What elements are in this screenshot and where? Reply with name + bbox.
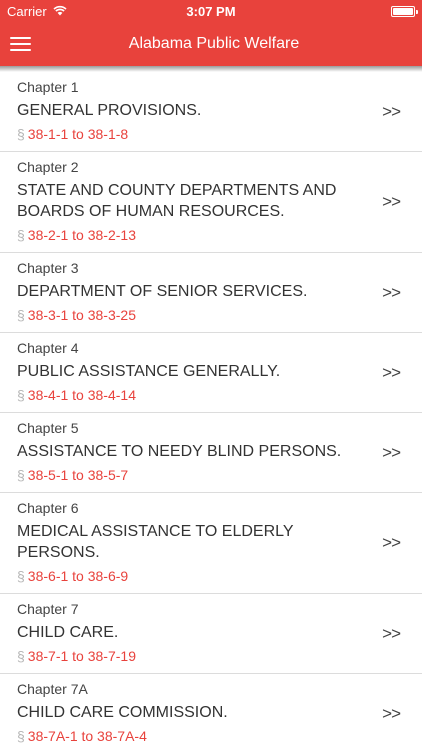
chevron-right-icon: >> [382,101,401,121]
chapter-number: Chapter 2 [17,159,79,175]
chapter-row[interactable]: Chapter 1 GENERAL PROVISIONS. § 38-1-1 to 3… [0,72,422,152]
section-range: § 38-7-1 to 38-7-19 [17,647,372,665]
chapter-number: Chapter 4 [17,340,79,356]
section-symbol: § [17,126,25,142]
navigation-bar: Alabama Public Welfare [0,22,422,66]
clock: 3:07 PM [186,4,236,19]
section-range-value: 38-1-1 to 38-1-8 [27,126,129,142]
chapter-row[interactable]: Chapter 7A CHILD CARE COMMISSION. § 38-7A-1… [0,674,422,750]
chevron-right-icon: >> [382,623,401,643]
battery-icon [391,6,418,17]
chapter-number: Chapter 3 [17,260,79,276]
section-symbol: § [17,307,25,323]
chapter-title: CHILD CARE COMMISSION. [17,704,228,721]
section-range-value: 38-7A-1 to 38-7A-4 [27,728,147,744]
section-range: § 38-3-1 to 38-3-25 [17,306,372,324]
chapter-title: MEDICAL ASSISTANCE TO ELDERLY PERSONS. [17,523,294,561]
chevron-right-icon: >> [382,192,401,211]
chapter-title: STATE AND COUNTY DEPARTMENTS AND BOARDS … [17,182,337,220]
chapter-row[interactable]: Chapter 7 CHILD CARE. § 38-7-1 to 38-7-19 >> [0,594,422,674]
page-title: Alabama Public Welfare [128,35,300,52]
section-symbol: § [17,227,25,243]
section-range-value: 38-7-1 to 38-7-19 [27,648,136,664]
chevron-right-icon: >> [382,533,401,552]
chevron-right-icon: >> [382,282,401,302]
chapter-number: Chapter 6 [17,500,79,516]
chapter-title: DEPARTMENT OF SENIOR SERVICES. [17,283,308,300]
chapter-row[interactable]: Chapter 4 PUBLIC ASSISTANCE GENERALLY. § 38… [0,333,422,413]
section-symbol: § [17,568,25,584]
section-symbol: § [17,728,25,744]
section-symbol: § [17,648,25,664]
section-range: § 38-6-1 to 38-6-9 [17,567,372,585]
section-range-value: 38-2-1 to 38-2-13 [27,227,136,243]
section-symbol: § [17,387,25,403]
header: Carrier 3:07 PM Alabama Public Welfare [0,0,422,66]
chapter-title: ASSISTANCE TO NEEDY BLIND PERSONS. [17,443,342,460]
chapter-row[interactable]: Chapter 6 MEDICAL ASSISTANCE TO ELDERLY P… [0,493,422,594]
chapter-title: CHILD CARE. [17,624,119,641]
section-range-value: 38-5-1 to 38-5-7 [27,467,129,483]
chapter-title: GENERAL PROVISIONS. [17,102,202,119]
chevron-right-icon: >> [382,703,401,723]
chapter-number: Chapter 5 [17,420,79,436]
status-bar: Carrier 3:07 PM [0,0,422,22]
chapter-number: Chapter 7 [17,601,79,617]
chapter-title: PUBLIC ASSISTANCE GENERALLY. [17,363,281,380]
section-range: § 38-5-1 to 38-5-7 [17,466,372,484]
section-range-value: 38-3-1 to 38-3-25 [27,307,136,323]
section-symbol: § [17,467,25,483]
chapter-row[interactable]: Chapter 3 DEPARTMENT OF SENIOR SERVICES. §… [0,253,422,333]
section-range: § 38-4-1 to 38-4-14 [17,386,372,404]
chapter-number: Chapter 7A [17,681,88,697]
chevron-right-icon: >> [382,442,401,462]
chapter-row[interactable]: Chapter 2 STATE AND COUNTY DEPARTMENTS AN… [0,152,422,253]
chapter-row[interactable]: Chapter 5 ASSISTANCE TO NEEDY BLIND PERSO… [0,413,422,493]
section-range: § 38-1-1 to 38-1-8 [17,125,372,143]
section-range-value: 38-6-1 to 38-6-9 [27,568,129,584]
chapter-list: Chapter 1 GENERAL PROVISIONS. § 38-1-1 to 3… [0,72,422,750]
chevron-right-icon: >> [382,362,401,382]
chapter-number: Chapter 1 [17,79,79,95]
section-range-value: 38-4-1 to 38-4-14 [27,387,136,403]
section-range: § 38-2-1 to 38-2-13 [17,226,372,244]
section-range: § 38-7A-1 to 38-7A-4 [17,727,372,745]
